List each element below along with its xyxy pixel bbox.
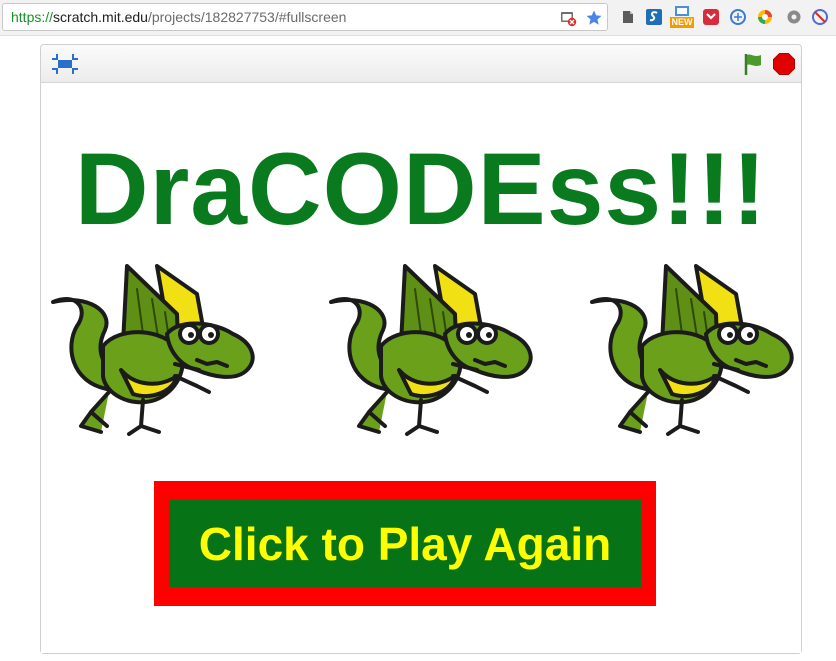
dragon-sprite[interactable] [586, 254, 801, 454]
color-extension-icon[interactable] [756, 8, 774, 26]
popup-blocked-icon[interactable] [559, 9, 577, 27]
dragon-sprite[interactable] [325, 254, 540, 454]
bookmark-star-icon[interactable] [585, 9, 603, 27]
address-bar[interactable]: https://scratch.mit.edu/projects/1828277… [2, 3, 608, 31]
green-flag-icon[interactable] [741, 52, 765, 76]
play-again-panel[interactable]: Click to Play Again [169, 500, 641, 587]
gear-extension-icon[interactable] [785, 8, 803, 26]
url-path: /projects/182827753/#fullscreen [147, 9, 347, 25]
play-again-label: Click to Play Again [198, 517, 612, 570]
stop-icon[interactable] [772, 52, 796, 76]
game-title: DraCODEss!!! [74, 132, 768, 246]
new-badge: NEW [670, 17, 694, 28]
dragon-sprite[interactable] [47, 254, 262, 454]
sync-icon[interactable] [729, 8, 747, 26]
project-stage[interactable]: DraCODEss!!! Click to Play Again [41, 84, 801, 653]
scratch-player: DraCODEss!!! Click to Play Again [40, 44, 802, 654]
exit-fullscreen-icon[interactable] [51, 53, 79, 75]
new-extension-icon[interactable]: NEW [670, 6, 694, 28]
player-controls [41, 45, 801, 83]
url-host: scratch.mit.edu [53, 9, 148, 25]
play-again-button[interactable]: Click to Play Again [154, 481, 656, 606]
block-icon[interactable] [811, 8, 829, 26]
browser-toolbar: https://scratch.mit.edu/projects/1828277… [0, 0, 836, 36]
url-text[interactable]: https://scratch.mit.edu/projects/1828277… [11, 9, 346, 25]
url-scheme: https:// [11, 9, 54, 25]
pocket-icon[interactable] [702, 8, 720, 26]
s-extension-icon[interactable] [645, 8, 663, 26]
evernote-icon[interactable] [619, 8, 637, 26]
